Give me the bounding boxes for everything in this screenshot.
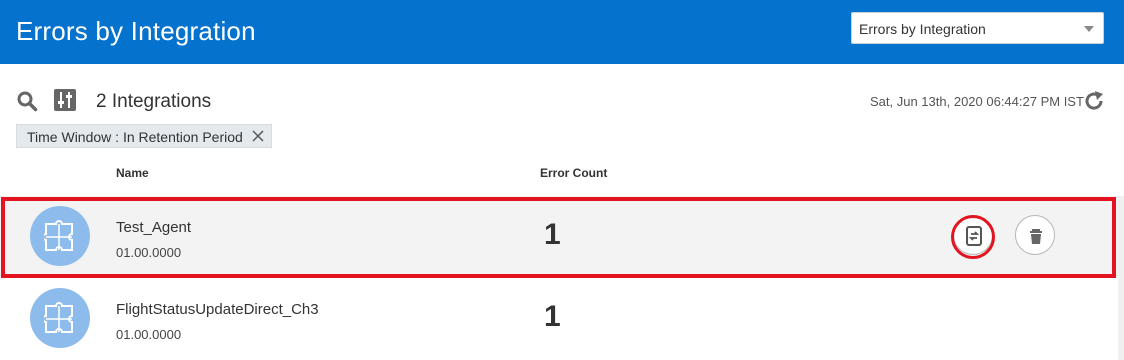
refresh-icon[interactable] [1083, 90, 1105, 112]
page-title: Errors by Integration [16, 16, 256, 46]
integration-version: 01.00.0000 [116, 245, 182, 260]
table-row[interactable]: FlightStatusUpdateDirect_Ch3 01.00.0000 … [0, 278, 1118, 358]
resubmit-button[interactable] [953, 215, 993, 255]
puzzle-icon [44, 220, 73, 251]
delete-button[interactable] [1015, 215, 1055, 255]
resubmit-icon [966, 226, 982, 246]
integration-avatar [30, 206, 90, 266]
table-row[interactable]: Test_Agent 01.00.0000 1 [0, 196, 1118, 276]
scrollbar[interactable] [1118, 196, 1124, 360]
filter-icon[interactable] [54, 89, 76, 111]
column-header-name[interactable]: Name [116, 166, 149, 180]
error-count: 1 [544, 218, 561, 251]
header-bar: Errors by Integration Errors by Integrat… [0, 0, 1124, 64]
search-icon[interactable] [16, 90, 38, 112]
close-icon[interactable] [250, 128, 266, 144]
chevron-down-icon [1084, 26, 1094, 32]
column-header-error-count[interactable]: Error Count [540, 166, 607, 180]
integration-count: 2 Integrations [96, 91, 212, 112]
integration-version: 01.00.0000 [116, 327, 182, 342]
error-count: 1 [544, 300, 561, 333]
view-selector-value: Errors by Integration [859, 21, 986, 37]
integration-name[interactable]: Test_Agent [116, 219, 191, 236]
filter-chip: Time Window : In Retention Period [16, 124, 272, 148]
integration-avatar [30, 288, 90, 348]
trash-icon [1030, 229, 1042, 244]
last-refreshed-timestamp: Sat, Jun 13th, 2020 06:44:27 PM IST [870, 94, 1084, 109]
integration-name[interactable]: FlightStatusUpdateDirect_Ch3 [116, 301, 319, 318]
filter-chip-label: Time Window : In Retention Period [27, 129, 243, 145]
puzzle-icon [44, 302, 73, 333]
view-selector-dropdown[interactable]: Errors by Integration [851, 12, 1104, 44]
